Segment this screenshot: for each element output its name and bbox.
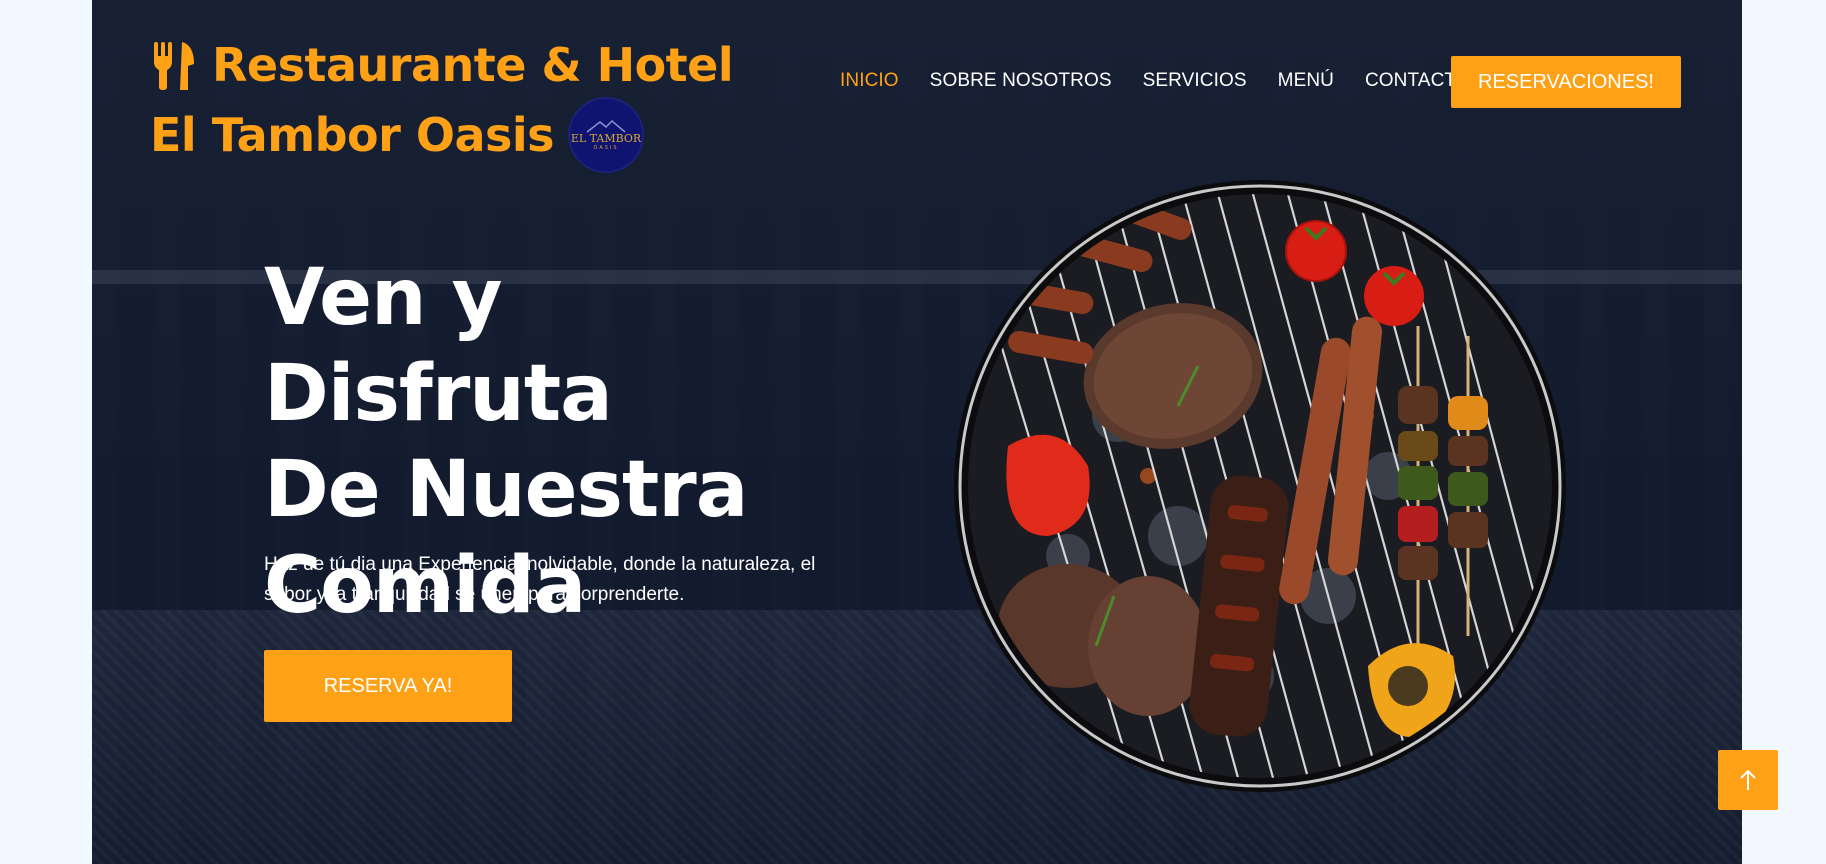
nav-item-sobre-nosotros[interactable]: SOBRE NOSOTROS — [930, 70, 1112, 92]
reservations-button[interactable]: RESERVACIONES! — [1451, 56, 1681, 108]
brand-logo-link[interactable]: Restaurante & Hotel El Tambor Oasis EL T… — [150, 34, 734, 173]
back-to-top-button[interactable] — [1718, 750, 1778, 810]
brand-badge: EL TAMBOR OASIS — [568, 97, 645, 173]
headline-line-2: De Nuestra — [264, 445, 748, 535]
reserve-now-button[interactable]: RESERVA YA! — [264, 650, 512, 722]
badge-subtitle: OASIS — [593, 145, 619, 151]
grill-image — [954, 180, 1566, 792]
nav-item-inicio[interactable]: INICIO — [840, 70, 899, 92]
nav-item-menu[interactable]: MENÚ — [1278, 70, 1334, 92]
headline-line-1: Ven y Disfruta — [264, 253, 613, 439]
badge-title: EL TAMBOR — [570, 132, 642, 145]
main-nav: INICIO SOBRE NOSOTROS SERVICIOS MENÚ CON… — [840, 70, 1502, 92]
nav-item-servicios[interactable]: SERVICIOS — [1143, 70, 1247, 92]
brand-line-2: El Tambor Oasis — [150, 107, 555, 162]
mountain-icon — [586, 119, 626, 133]
arrow-up-icon — [1740, 769, 1756, 790]
hero-subtitle: Haz de tú dia una Experiencia inolvidabl… — [264, 554, 816, 605]
utensils-icon — [150, 40, 198, 92]
hero-section: Restaurante & Hotel El Tambor Oasis EL T… — [92, 0, 1742, 864]
brand-line-1: Restaurante & Hotel — [212, 38, 734, 92]
